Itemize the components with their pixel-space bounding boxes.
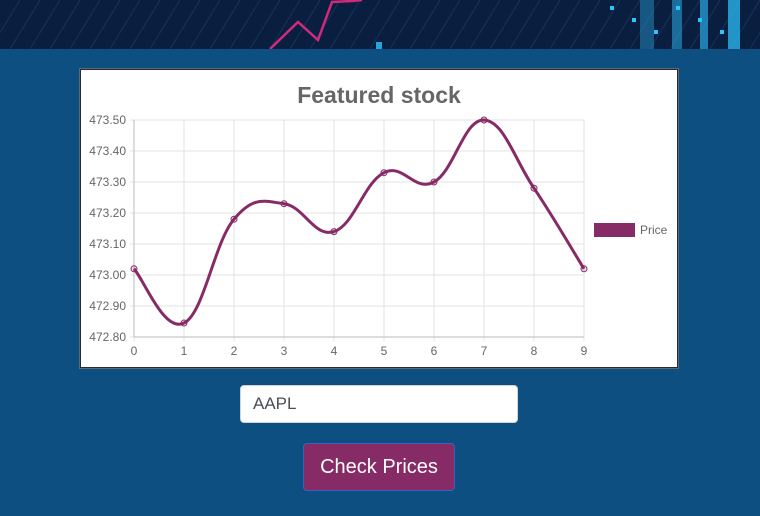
- chart-title: Featured stock: [297, 82, 461, 108]
- price-point: [230, 215, 238, 223]
- price-point: [380, 169, 388, 177]
- featured-stock-chart: Featured stock 473.50 473.40 473.30 473.20 4…: [80, 69, 678, 368]
- y-tick-label: 472.80: [89, 330, 126, 344]
- x-tick-label: 7: [481, 344, 488, 358]
- x-tick-label: 8: [531, 344, 538, 358]
- y-tick-label: 473.00: [89, 268, 126, 282]
- chart-legend: Price: [594, 223, 668, 237]
- banner-accent-bar: [640, 0, 654, 49]
- stock-symbol-input[interactable]: [240, 385, 518, 423]
- legend-label: Price: [640, 223, 668, 237]
- legend-swatch: [594, 223, 635, 237]
- price-point: [330, 228, 338, 236]
- banner-accent-bar: [700, 0, 708, 49]
- banner-dot: [610, 6, 614, 10]
- banner-dot: [676, 6, 680, 10]
- chart-series: [130, 116, 588, 327]
- chart-canvas: Featured stock 473.50 473.40 473.30 473.20 4…: [89, 82, 668, 358]
- header-banner: [0, 0, 760, 49]
- price-point: [280, 200, 288, 208]
- x-tick-label: 3: [281, 344, 288, 358]
- y-tick-label: 473.20: [89, 206, 126, 220]
- check-prices-button[interactable]: Check Prices: [303, 443, 455, 491]
- banner-dot: [720, 30, 724, 34]
- x-tick-label: 4: [331, 344, 338, 358]
- y-tick-label: 473.40: [89, 144, 126, 158]
- price-point: [530, 184, 538, 192]
- x-tick-label: 9: [581, 344, 588, 358]
- price-point: [130, 265, 138, 273]
- price-point: [430, 178, 438, 186]
- banner-dot: [376, 42, 382, 49]
- price-point: [480, 116, 488, 124]
- x-tick-label: 1: [181, 344, 188, 358]
- y-tick-label: 473.30: [89, 175, 126, 189]
- x-tick-label: 2: [231, 344, 238, 358]
- x-tick-label: 0: [131, 344, 138, 358]
- banner-dot: [632, 18, 636, 22]
- price-point: [180, 319, 188, 327]
- banner-graphic: [0, 0, 760, 49]
- banner-accent-bar: [728, 0, 740, 49]
- x-tick-label: 6: [431, 344, 438, 358]
- banner-dot: [654, 30, 658, 34]
- price-point: [580, 265, 588, 273]
- banner-dot: [698, 18, 702, 22]
- y-tick-label: 472.90: [89, 299, 126, 313]
- y-tick-label: 473.10: [89, 237, 126, 251]
- x-tick-label: 5: [381, 344, 388, 358]
- y-tick-label: 473.50: [89, 113, 126, 127]
